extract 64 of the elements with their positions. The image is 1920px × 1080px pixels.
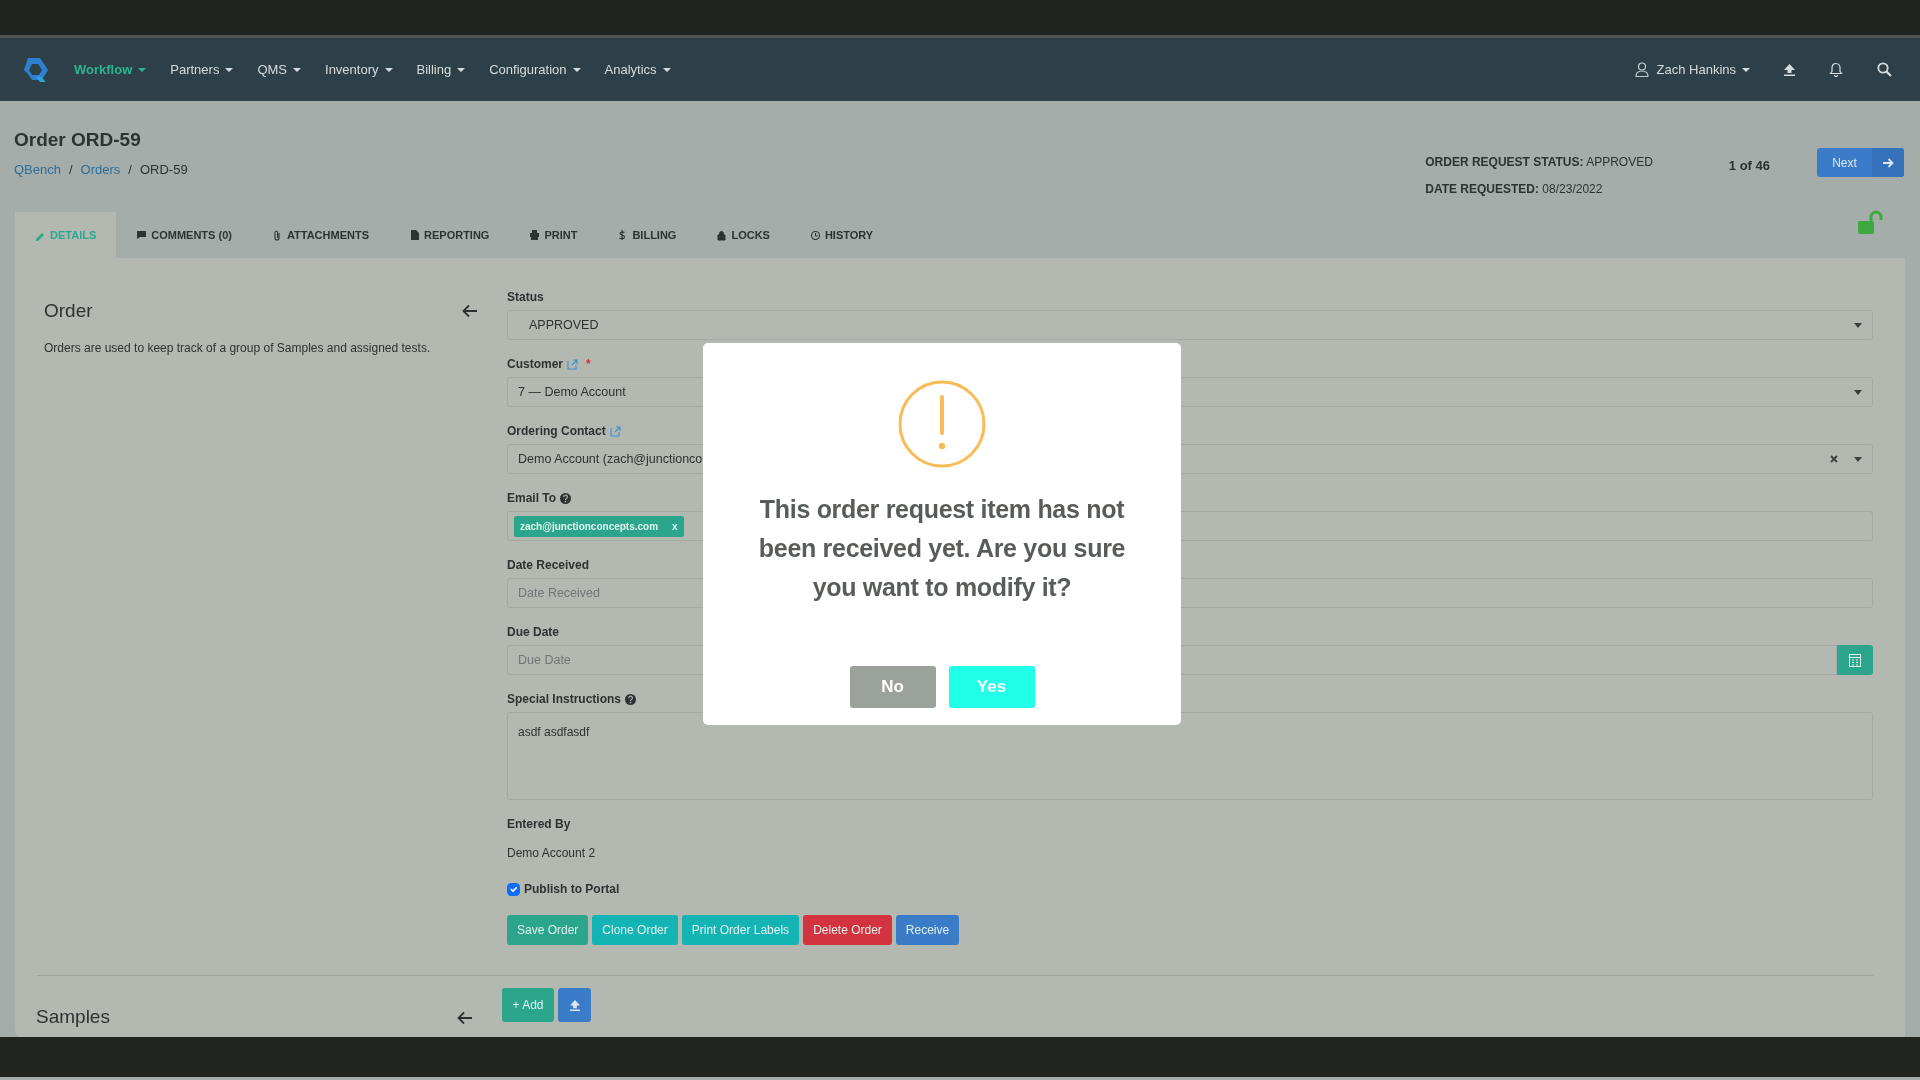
arrow-right-icon bbox=[1882, 157, 1894, 168]
email-tag: zach@junctionconcepts.com x bbox=[514, 515, 684, 537]
clear-icon[interactable] bbox=[1830, 455, 1838, 463]
next-button[interactable]: Next bbox=[1817, 148, 1904, 177]
breadcrumb-separator: / bbox=[128, 160, 132, 179]
field-label: Status bbox=[507, 290, 544, 305]
action-button[interactable]: Delete Order bbox=[803, 915, 892, 945]
section-description: Orders are used to keep track of a group of Samples and assigned tests. bbox=[44, 339, 432, 357]
dropdown-caret-icon[interactable] bbox=[1854, 322, 1862, 328]
action-button[interactable]: Receive bbox=[895, 915, 960, 945]
upload-icon bbox=[569, 999, 580, 1011]
nav-menu[interactable]: Analytics bbox=[604, 59, 671, 80]
field-label: Email To bbox=[507, 491, 557, 506]
tab[interactable]: PRINT bbox=[509, 212, 598, 258]
bell-icon[interactable] bbox=[1829, 62, 1843, 77]
printer-icon bbox=[529, 229, 541, 241]
back-arrow-icon[interactable] bbox=[457, 1010, 473, 1025]
dropdown-caret-icon[interactable] bbox=[1854, 389, 1862, 395]
checkbox-label: Publish to Portal bbox=[524, 882, 620, 897]
publish-checkbox[interactable] bbox=[507, 883, 520, 896]
nav-menu[interactable]: Partners bbox=[170, 59, 234, 80]
back-arrow-icon[interactable] bbox=[462, 304, 478, 319]
field-label: Entered By bbox=[507, 817, 571, 832]
field-label: Date Received bbox=[507, 558, 590, 573]
breadcrumb-separator: / bbox=[69, 160, 73, 179]
tab[interactable]: HISTORY bbox=[789, 212, 894, 258]
clock-icon bbox=[809, 229, 821, 241]
order-status: ORDER REQUEST STATUS: APPROVED bbox=[1425, 154, 1653, 171]
nav-menu[interactable]: Billing bbox=[416, 59, 466, 80]
required-marker: * bbox=[586, 357, 591, 372]
tab[interactable]: BILLING bbox=[597, 212, 697, 258]
date-requested: DATE REQUESTED: 08/23/2022 bbox=[1425, 181, 1604, 198]
breadcrumb-current: ORD-59 bbox=[139, 160, 188, 179]
comment-icon bbox=[136, 229, 148, 241]
upload-button[interactable] bbox=[558, 988, 591, 1022]
search-icon[interactable] bbox=[1877, 62, 1892, 77]
pager-count: 1 of 46 bbox=[1728, 157, 1770, 175]
document-icon bbox=[409, 229, 420, 241]
tab[interactable]: ATTACHMENTS bbox=[251, 212, 389, 258]
warning-icon bbox=[898, 380, 986, 468]
section-title: Order bbox=[44, 300, 93, 323]
field-label: Ordering Contact bbox=[507, 424, 606, 439]
section-title: Samples bbox=[36, 1006, 110, 1029]
paperclip-icon bbox=[271, 229, 283, 241]
upload-icon[interactable] bbox=[1784, 63, 1795, 76]
nav-menu[interactable]: QMS bbox=[257, 59, 302, 80]
nav-menu[interactable]: Workflow bbox=[74, 59, 147, 80]
page-title: Order ORD-59 bbox=[14, 129, 142, 152]
lock-icon bbox=[716, 229, 728, 241]
dropdown-caret-icon[interactable] bbox=[1854, 456, 1862, 462]
entered-by-value: Demo Account 2 bbox=[507, 846, 596, 860]
calendar-icon bbox=[1849, 653, 1861, 667]
nav-menu[interactable]: Inventory bbox=[325, 59, 393, 80]
user-icon[interactable] bbox=[1634, 62, 1649, 77]
select-field[interactable]: APPROVED bbox=[507, 310, 1873, 340]
tab[interactable]: LOCKS bbox=[696, 212, 790, 258]
user-menu[interactable]: Zach Hankins bbox=[1656, 59, 1750, 80]
tab[interactable]: COMMENTS (0) bbox=[116, 212, 252, 258]
field-label: Customer bbox=[507, 357, 563, 372]
calendar-button[interactable] bbox=[1837, 645, 1873, 675]
nav-menu[interactable]: Configuration bbox=[489, 59, 581, 80]
field-label: Special Instructions bbox=[507, 692, 622, 707]
tab[interactable]: REPORTING bbox=[389, 212, 510, 258]
field-label: Due Date bbox=[507, 625, 559, 640]
